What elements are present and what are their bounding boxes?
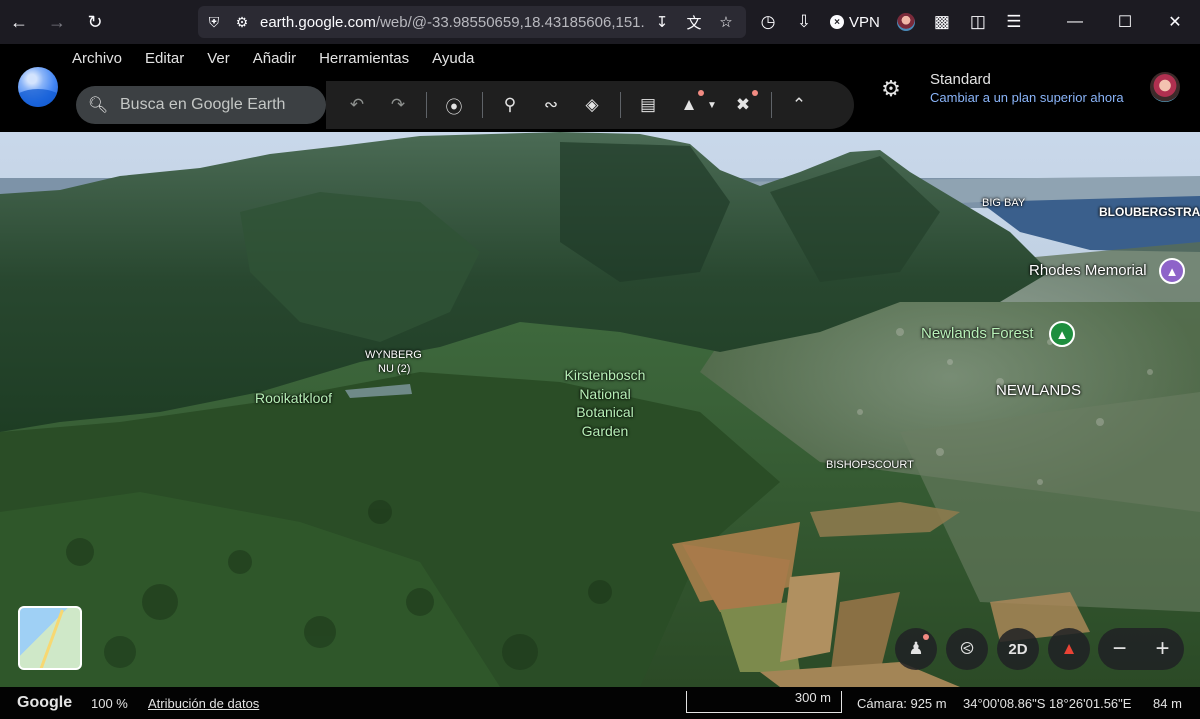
url-bar[interactable]: ⛨ ⚙ earth.google.com/web/@-33.98550659,1… bbox=[198, 6, 746, 38]
vpn-label: VPN bbox=[849, 13, 880, 31]
chevron-up-icon[interactable]: ⌃ bbox=[782, 88, 816, 122]
back-icon[interactable]: ← bbox=[0, 0, 38, 44]
camera-altitude: Cámara: 925 m bbox=[857, 695, 947, 711]
reset-tilt-icon[interactable]: ⧀ bbox=[946, 628, 988, 670]
voyager-icon[interactable]: ⦿ bbox=[437, 88, 471, 122]
earth-toolbar: ↶ ↷ ⦿ ⚲ ∾ ◈ ▤ ▲ ▼ ✖ ⌃ bbox=[326, 81, 854, 129]
undo-icon[interactable]: ↶ bbox=[340, 88, 374, 122]
terrain-icon[interactable]: ▲ bbox=[672, 88, 706, 122]
vpn-button[interactable]: × VPN bbox=[822, 0, 888, 44]
redo-icon[interactable]: ↷ bbox=[381, 88, 415, 122]
account-avatar[interactable] bbox=[1148, 70, 1182, 104]
pegman-icon[interactable]: ♟ bbox=[895, 628, 937, 670]
path-icon[interactable]: ∾ bbox=[534, 88, 568, 122]
ground-elevation: 84 m bbox=[1153, 695, 1182, 711]
compass-icon[interactable]: ▲ bbox=[1048, 628, 1090, 670]
google-earth-logo[interactable] bbox=[18, 67, 58, 107]
notification-dot bbox=[752, 90, 758, 96]
landmark-pin-icon[interactable]: ▲ bbox=[1159, 258, 1185, 284]
notification-dot bbox=[923, 634, 929, 640]
plan-title: Standard bbox=[930, 71, 991, 88]
minimize-icon[interactable]: — bbox=[1050, 0, 1100, 44]
search-input[interactable] bbox=[120, 96, 315, 114]
placemark-icon[interactable]: ⚲ bbox=[493, 88, 527, 122]
map-label-kirstenbosch[interactable]: Kirstenbosch National Botanical Garden bbox=[555, 366, 655, 440]
map-label-rhodes-memorial[interactable]: Rhodes Memorial bbox=[1029, 262, 1147, 279]
menu-ver[interactable]: Ver bbox=[195, 50, 241, 67]
sidebar-icon[interactable]: ◫ bbox=[960, 0, 996, 44]
map-label-newlands: NEWLANDS bbox=[996, 382, 1082, 399]
map-label-bloubergstrand: BLOUBERGSTRA bbox=[1099, 205, 1200, 219]
zoom-out-button[interactable]: − bbox=[1098, 628, 1141, 670]
bookmark-star-icon[interactable]: ☆ bbox=[712, 6, 740, 38]
mode-2d-button[interactable]: 2D bbox=[997, 628, 1039, 670]
earth-header: Archivo Editar Ver Añadir Herramientas A… bbox=[0, 44, 1200, 132]
map-label-line: Garden bbox=[581, 422, 629, 439]
install-icon[interactable]: ↧ bbox=[648, 6, 676, 38]
history-icon[interactable]: ◷ bbox=[750, 0, 786, 44]
map-label-line: Kirstenbosch bbox=[564, 367, 646, 383]
tools-icon[interactable]: ✖ bbox=[726, 88, 760, 122]
toolbar-divider bbox=[426, 92, 427, 118]
menu-herramientas[interactable]: Herramientas bbox=[307, 50, 420, 67]
measure-icon[interactable]: ▤ bbox=[631, 88, 665, 122]
map-label-wynberg: WYNBERG bbox=[365, 349, 422, 361]
url-path: /web/@-33.98550659,18.43185606,151.40 bbox=[375, 13, 644, 31]
gear-icon[interactable]: ⚙ bbox=[876, 74, 906, 104]
search-icon[interactable]: 🔍︎ bbox=[76, 95, 120, 115]
map-viewport[interactable]: BIG BAY BLOUBERGSTRA Rhodes Memorial ▲ N… bbox=[0, 132, 1200, 687]
permissions-icon[interactable]: ⚙ bbox=[230, 6, 254, 38]
toolbar-divider bbox=[482, 92, 483, 118]
status-bar: Google 100 % Atribución de datos 300 m C… bbox=[0, 687, 1200, 719]
menu-archivo[interactable]: Archivo bbox=[60, 50, 133, 67]
zoom-level: 100 % bbox=[91, 695, 128, 711]
browser-toolbar: ← → ↻ ⛨ ⚙ earth.google.com/web/@-33.9855… bbox=[0, 0, 1200, 44]
chevron-down-icon[interactable]: ▼ bbox=[705, 88, 719, 122]
map-label-bishopscourt: BISHOPSCOURT bbox=[826, 459, 914, 471]
scale-label: 300 m bbox=[794, 690, 831, 705]
menu-ayuda[interactable]: Ayuda bbox=[420, 50, 485, 67]
url-actions: ↧ 文 ☆ bbox=[648, 6, 740, 38]
url-text[interactable]: earth.google.com/web/@-33.98550659,18.43… bbox=[260, 14, 644, 31]
toolbar-divider bbox=[620, 92, 621, 118]
zoom-controls: − + bbox=[1098, 628, 1184, 670]
close-icon[interactable]: ✕ bbox=[1150, 0, 1200, 44]
download-icon[interactable]: ⇩ bbox=[786, 0, 822, 44]
zoom-in-button[interactable]: + bbox=[1141, 628, 1184, 670]
map-label-line: National bbox=[579, 385, 631, 402]
map-label-newlands-forest[interactable]: Newlands Forest bbox=[921, 325, 1034, 342]
map-label-big-bay: BIG BAY bbox=[982, 197, 1026, 209]
search-box[interactable]: 🔍︎ bbox=[76, 86, 326, 124]
notification-dot bbox=[698, 90, 704, 96]
map-label-rooikatkloof[interactable]: Rooikatkloof bbox=[255, 390, 332, 406]
map-label-line: Botanical bbox=[576, 404, 634, 420]
maximize-icon[interactable]: ☐ bbox=[1100, 0, 1150, 44]
url-domain: earth.google.com bbox=[260, 13, 376, 31]
vpn-off-icon: × bbox=[830, 15, 844, 29]
reload-icon[interactable]: ↻ bbox=[76, 0, 114, 44]
shield-icon[interactable]: ⛨ bbox=[202, 6, 226, 38]
menu-anadir[interactable]: Añadir bbox=[241, 50, 307, 67]
map-label-wynberg-sub: NU (2) bbox=[378, 363, 411, 375]
scale-bar: 300 m bbox=[686, 690, 842, 713]
menu-bar: Archivo Editar Ver Añadir Herramientas A… bbox=[60, 50, 485, 67]
browser-right-tools: ◷ ⇩ × VPN ▩ ◫ ☰ bbox=[750, 0, 1032, 44]
minimap[interactable] bbox=[18, 606, 82, 670]
toolbar-divider bbox=[771, 92, 772, 118]
menu-icon[interactable]: ☰ bbox=[996, 0, 1032, 44]
profile-avatar[interactable] bbox=[888, 0, 924, 44]
window-controls: — ☐ ✕ bbox=[1050, 0, 1200, 44]
google-logo: Google bbox=[17, 694, 73, 711]
upgrade-plan-link[interactable]: Cambiar a un plan superior ahora bbox=[930, 90, 1124, 105]
layers-icon[interactable]: ◈ bbox=[575, 88, 609, 122]
forward-icon[interactable]: → bbox=[38, 0, 76, 44]
app-window: ← → ↻ ⛨ ⚙ earth.google.com/web/@-33.9855… bbox=[0, 0, 1200, 719]
translate-icon[interactable]: 文 bbox=[680, 6, 708, 38]
data-attribution-link[interactable]: Atribución de datos bbox=[148, 696, 259, 711]
coordinates: 34°00'08.86"S 18°26'01.56"E bbox=[963, 695, 1132, 711]
extensions-icon[interactable]: ▩ bbox=[924, 0, 960, 44]
park-pin-icon[interactable]: ▲ bbox=[1049, 321, 1075, 347]
menu-editar[interactable]: Editar bbox=[133, 50, 195, 67]
